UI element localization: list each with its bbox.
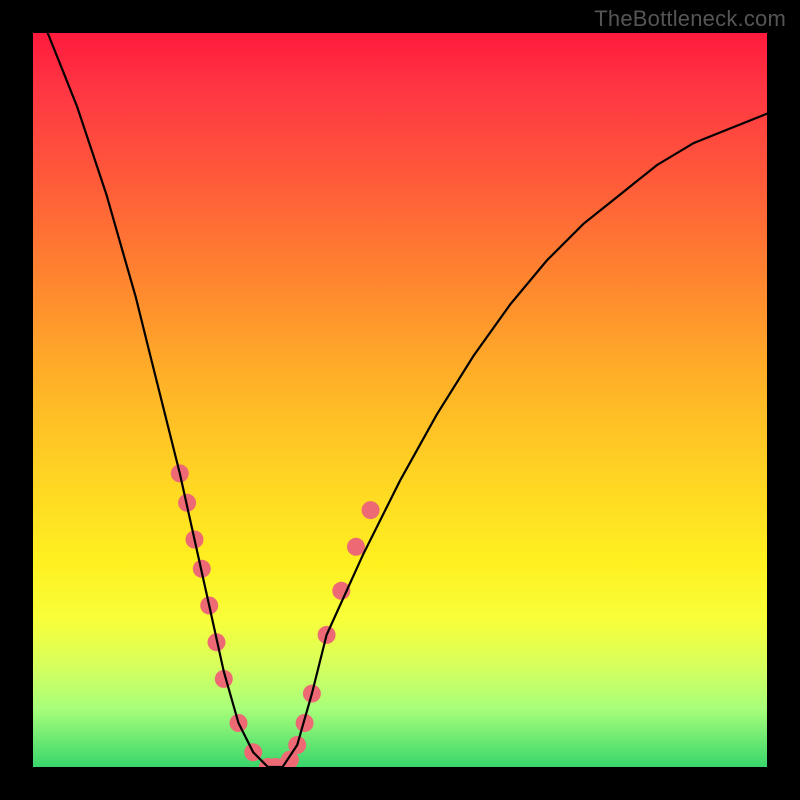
markers-layer	[171, 464, 380, 767]
plot-area	[33, 33, 767, 767]
chart-frame: TheBottleneck.com	[0, 0, 800, 800]
watermark-text: TheBottleneck.com	[594, 6, 786, 32]
data-marker	[362, 501, 380, 519]
bottleneck-curve	[48, 33, 767, 767]
data-marker	[347, 538, 365, 556]
chart-svg	[33, 33, 767, 767]
